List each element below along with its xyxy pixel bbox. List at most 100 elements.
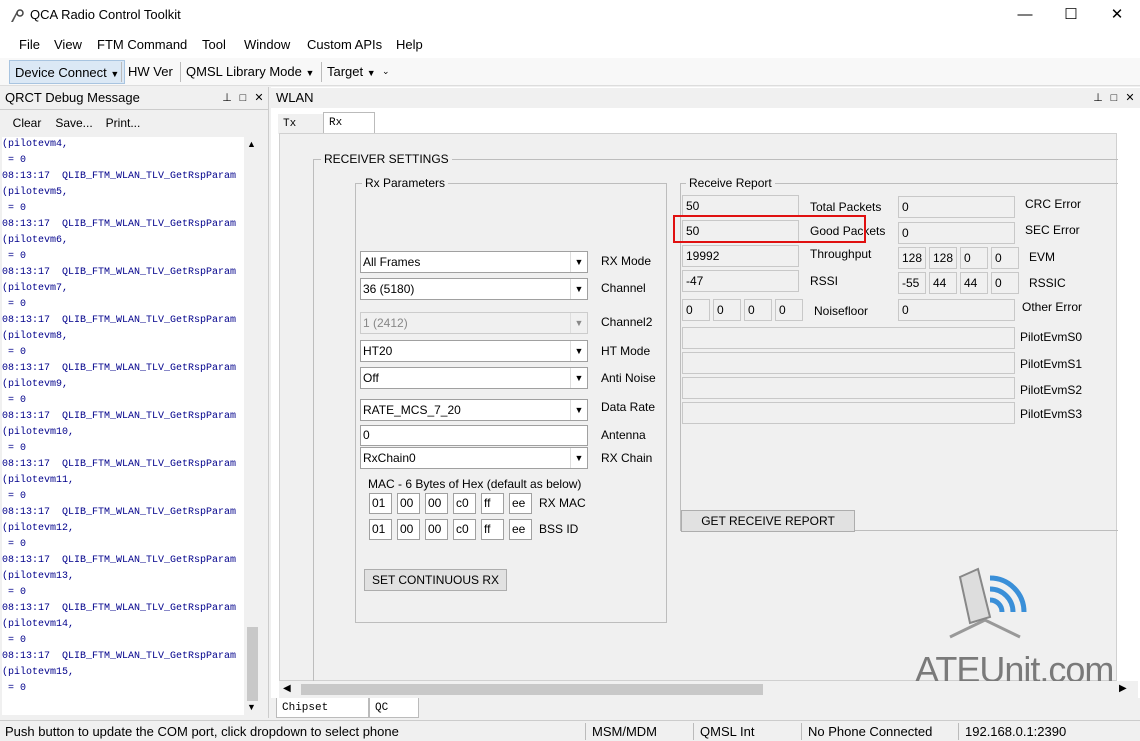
- rssic-value: -55: [898, 272, 926, 294]
- save-button[interactable]: Save...: [52, 113, 96, 135]
- scroll-left-icon[interactable]: ◀: [283, 683, 291, 694]
- log-function: QLIB_FTM_WLAN_TLV_GetRspParam: [62, 219, 237, 230]
- receiver-settings-title: RECEIVER SETTINGS: [321, 152, 452, 166]
- float-icon[interactable]: □: [1107, 88, 1121, 108]
- print-button[interactable]: Print...: [101, 113, 145, 135]
- antenna-input[interactable]: 0: [360, 425, 588, 446]
- log-value: = 0: [2, 443, 27, 454]
- chevron-down-icon[interactable]: ▼: [570, 448, 587, 468]
- toolbar-overflow-icon[interactable]: ⌄: [382, 66, 390, 77]
- evm-value: 128: [898, 247, 926, 269]
- rx-mac-label: RX MAC: [539, 496, 586, 510]
- channel-select[interactable]: 36 (5180) ▼: [360, 278, 588, 300]
- throughput-label: Throughput: [810, 247, 872, 261]
- get-receive-report-button[interactable]: GET RECEIVE REPORT: [681, 510, 855, 532]
- target-button[interactable]: Target ▼: [322, 60, 381, 84]
- vertical-scrollbar[interactable]: ▲ ▼: [244, 137, 261, 715]
- channel2-select: 1 (2412) ▼: [360, 312, 588, 334]
- menu-file[interactable]: File: [19, 37, 40, 52]
- log-param: (pilotevm13,: [2, 571, 75, 582]
- maximize-button[interactable]: ☐: [1048, 0, 1094, 32]
- close-button[interactable]: ✕: [1094, 0, 1140, 32]
- channel-label: Channel: [601, 281, 646, 295]
- rx-mac-byte[interactable]: ff: [481, 493, 504, 514]
- noisefloor-value: 0: [744, 299, 772, 321]
- tab-qc[interactable]: QC: [369, 698, 419, 718]
- rx-chain-select[interactable]: RxChain0 ▼: [360, 447, 588, 469]
- clear-button[interactable]: Clear: [7, 113, 47, 135]
- menu-view[interactable]: View: [54, 37, 82, 52]
- wlan-panel-title: WLAN: [276, 90, 314, 105]
- chevron-down-icon[interactable]: ▼: [570, 341, 587, 361]
- float-icon[interactable]: □: [236, 88, 250, 108]
- log-value: = 0: [2, 203, 27, 214]
- log-time: 08:13:17: [2, 555, 51, 566]
- bss-id-byte[interactable]: 00: [425, 519, 448, 540]
- log-line: 08:13:17 QLIB_FTM_WLAN_TLV_GetRspParam: [2, 361, 244, 377]
- bss-id-byte[interactable]: 00: [397, 519, 420, 540]
- log-line: (pilotevm4,: [2, 139, 69, 150]
- rx-mac-byte[interactable]: ee: [509, 493, 532, 514]
- anti-noise-select[interactable]: Off ▼: [360, 367, 588, 389]
- chevron-down-icon[interactable]: ▼: [570, 400, 587, 420]
- close-icon[interactable]: ✕: [1123, 88, 1137, 108]
- rx-mac-byte[interactable]: c0: [453, 493, 476, 514]
- bss-id-byte[interactable]: ee: [509, 519, 532, 540]
- ht-mode-value: HT20: [363, 344, 393, 358]
- tab-tx[interactable]: Tx: [278, 114, 323, 134]
- set-continuous-rx-button[interactable]: SET CONTINUOUS RX: [364, 569, 507, 591]
- horizontal-scrollbar[interactable]: ◀ ▶: [279, 681, 1138, 698]
- bss-id-byte[interactable]: c0: [453, 519, 476, 540]
- ht-mode-select[interactable]: HT20 ▼: [360, 340, 588, 362]
- scrollbar-thumb[interactable]: [247, 627, 258, 701]
- device-connect-label: Device Connect: [15, 65, 107, 80]
- bss-id-byte[interactable]: ff: [481, 519, 504, 540]
- menu-custom-apis[interactable]: Custom APIs: [307, 37, 382, 52]
- minimize-button[interactable]: —: [1002, 0, 1048, 32]
- rx-mac-byte[interactable]: 00: [425, 493, 448, 514]
- bss-id-byte[interactable]: 01: [369, 519, 392, 540]
- rx-mac-byte[interactable]: 01: [369, 493, 392, 514]
- wlan-panel-header: WLAN ⊥ □ ✕: [271, 88, 1140, 108]
- scroll-down-icon[interactable]: ▼: [247, 702, 256, 712]
- other-error-label: Other Error: [1022, 300, 1083, 314]
- pin-icon[interactable]: ⊥: [1091, 88, 1105, 108]
- log-value: = 0: [2, 155, 27, 166]
- menu-window[interactable]: Window: [244, 37, 290, 52]
- chevron-down-icon[interactable]: ▼: [110, 69, 119, 79]
- close-icon[interactable]: ✕: [252, 88, 266, 108]
- app-icon: [11, 9, 24, 22]
- total-packets-value: 50: [682, 195, 799, 217]
- menu-bar: File View FTM Command Tool Window Custom…: [0, 32, 1140, 58]
- pilot-evm-s0-label: PilotEvmS0: [1020, 330, 1083, 344]
- scrollbar-thumb[interactable]: [301, 684, 763, 695]
- tab-rx[interactable]: Rx: [323, 112, 375, 134]
- rx-mode-value: All Frames: [363, 255, 421, 269]
- rssi-value: -47: [682, 270, 799, 292]
- log-time: 08:13:17: [2, 363, 51, 374]
- qmsl-mode-button[interactable]: QMSL Library Mode ▼: [181, 60, 319, 84]
- chevron-down-icon[interactable]: ▼: [367, 68, 376, 78]
- chevron-down-icon[interactable]: ▼: [570, 252, 587, 272]
- debug-panel-header: QRCT Debug Message ⊥ □ ✕: [0, 88, 268, 108]
- menu-ftm-command[interactable]: FTM Command: [97, 37, 187, 52]
- qmsl-mode-label: QMSL Library Mode: [186, 64, 302, 79]
- chevron-down-icon[interactable]: ▼: [570, 368, 587, 388]
- menu-tool[interactable]: Tool: [202, 37, 226, 52]
- receive-report-title: Receive Report: [686, 176, 775, 190]
- chevron-down-icon[interactable]: ▼: [305, 68, 314, 78]
- debug-log[interactable]: (pilotevm4, = 0 08:13:17 QLIB_FTM_WLAN_TL…: [2, 137, 244, 715]
- hw-ver-button[interactable]: HW Ver: [123, 60, 178, 84]
- pin-icon[interactable]: ⊥: [220, 88, 234, 108]
- menu-help[interactable]: Help: [396, 37, 423, 52]
- rx-mode-select[interactable]: All Frames ▼: [360, 251, 588, 273]
- chevron-down-icon[interactable]: ▼: [570, 279, 587, 299]
- log-time: 08:13:17: [2, 459, 51, 470]
- sec-error-value: 0: [898, 222, 1015, 244]
- data-rate-select[interactable]: RATE_MCS_7_20 ▼: [360, 399, 588, 421]
- rx-mac-byte[interactable]: 00: [397, 493, 420, 514]
- device-connect-button[interactable]: Device Connect ▼: [9, 60, 126, 84]
- tab-chipset-select[interactable]: Chipset Select: [276, 698, 369, 734]
- scroll-right-icon[interactable]: ▶: [1119, 683, 1127, 694]
- scroll-up-icon[interactable]: ▲: [247, 139, 256, 149]
